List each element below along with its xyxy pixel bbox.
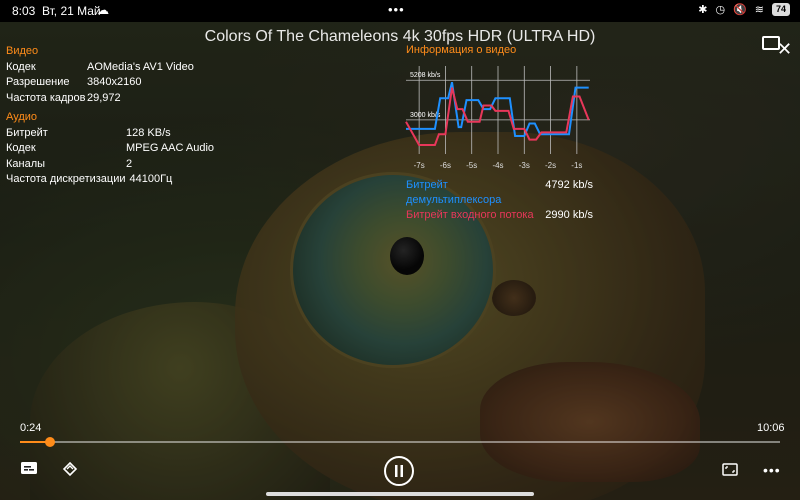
info-row: Разрешение 3840x2160: [6, 76, 142, 88]
bitrate-chart: -7s -6s -5s -4s -3s -2s -1s5208 kb/s3000 kb/s: [405, 66, 590, 170]
x-tick-label: -3s: [519, 161, 530, 170]
more-options-icon[interactable]: •••: [763, 462, 781, 478]
x-tick-label: -2s: [545, 161, 556, 170]
cloud-icon: ☁: [97, 3, 109, 17]
video-section-heading: Видео: [6, 45, 39, 57]
status-icons: ✱ ◷ 🔇 ≋ 74: [698, 3, 790, 16]
subtitles-icon[interactable]: [20, 460, 38, 476]
x-tick-label: -5s: [466, 161, 477, 170]
series-line: [406, 81, 589, 137]
video-player[interactable]: 8:03 Вт, 21 Май ☁ ••• ✱ ◷ 🔇 ≋ 74 Colors …: [0, 0, 800, 500]
more-dots-icon[interactable]: •••: [388, 2, 405, 17]
status-bar: 8:03 Вт, 21 Май ☁ ••• ✱ ◷ 🔇 ≋ 74: [0, 0, 800, 22]
x-tick-label: -6s: [440, 161, 451, 170]
stats-title: Информация о видео: [406, 44, 517, 56]
seek-bar[interactable]: [20, 437, 780, 447]
legend-item: Битрейт демультиплексора 4792 kb/s: [406, 178, 593, 208]
x-tick-label: -1s: [571, 161, 582, 170]
pause-icon: [395, 465, 403, 477]
wifi-icon: ≋: [754, 4, 764, 16]
info-row: Частота дискретизации 44100Гц: [6, 173, 173, 185]
info-row: Битрейт 128 KB/s: [6, 126, 171, 139]
legend-label: Битрейт демультиплексора: [406, 179, 502, 206]
navigation-handle[interactable]: [266, 492, 534, 496]
legend-value: 2990 kb/s: [545, 209, 593, 221]
info-row: Кодек MPEG AAC Audio: [6, 142, 215, 154]
current-time: 0:24: [20, 422, 42, 434]
close-icon[interactable]: ✕: [777, 40, 792, 58]
mute-icon: 🔇: [733, 4, 747, 16]
y-tick-label: 5208 kb/s: [410, 72, 441, 79]
legend-item: Битрейт входного потока 2990 kb/s: [406, 208, 593, 223]
audio-section-heading: Аудио: [6, 111, 38, 123]
alarm-icon: ◷: [715, 4, 726, 16]
codec-info-panel: Видео Кодек AOMedia's AV1 Video Разрешени…: [6, 44, 214, 188]
status-time: 8:03: [12, 4, 36, 18]
info-row: Каналы 2: [6, 157, 133, 170]
duration: 10:06: [757, 422, 785, 434]
x-tick-label: -4s: [492, 161, 503, 170]
x-tick-label: -7s: [414, 161, 425, 170]
chart-legend: Битрейт демультиплексора 4792 kb/s Битре…: [406, 178, 593, 223]
battery-icon: 74: [771, 3, 790, 16]
info-row: Кодек AOMedia's AV1 Video: [6, 60, 194, 73]
pause-button[interactable]: [384, 456, 414, 486]
status-date: Вт, 21 Май: [42, 4, 101, 18]
rotate-icon[interactable]: [61, 461, 79, 479]
legend-value: 4792 kb/s: [545, 179, 593, 191]
info-row: Частота кадров 29,972: [6, 91, 121, 104]
bluetooth-icon: ✱: [698, 4, 708, 16]
legend-label: Битрейт входного потока: [406, 209, 534, 221]
aspect-ratio-icon[interactable]: [722, 463, 738, 476]
